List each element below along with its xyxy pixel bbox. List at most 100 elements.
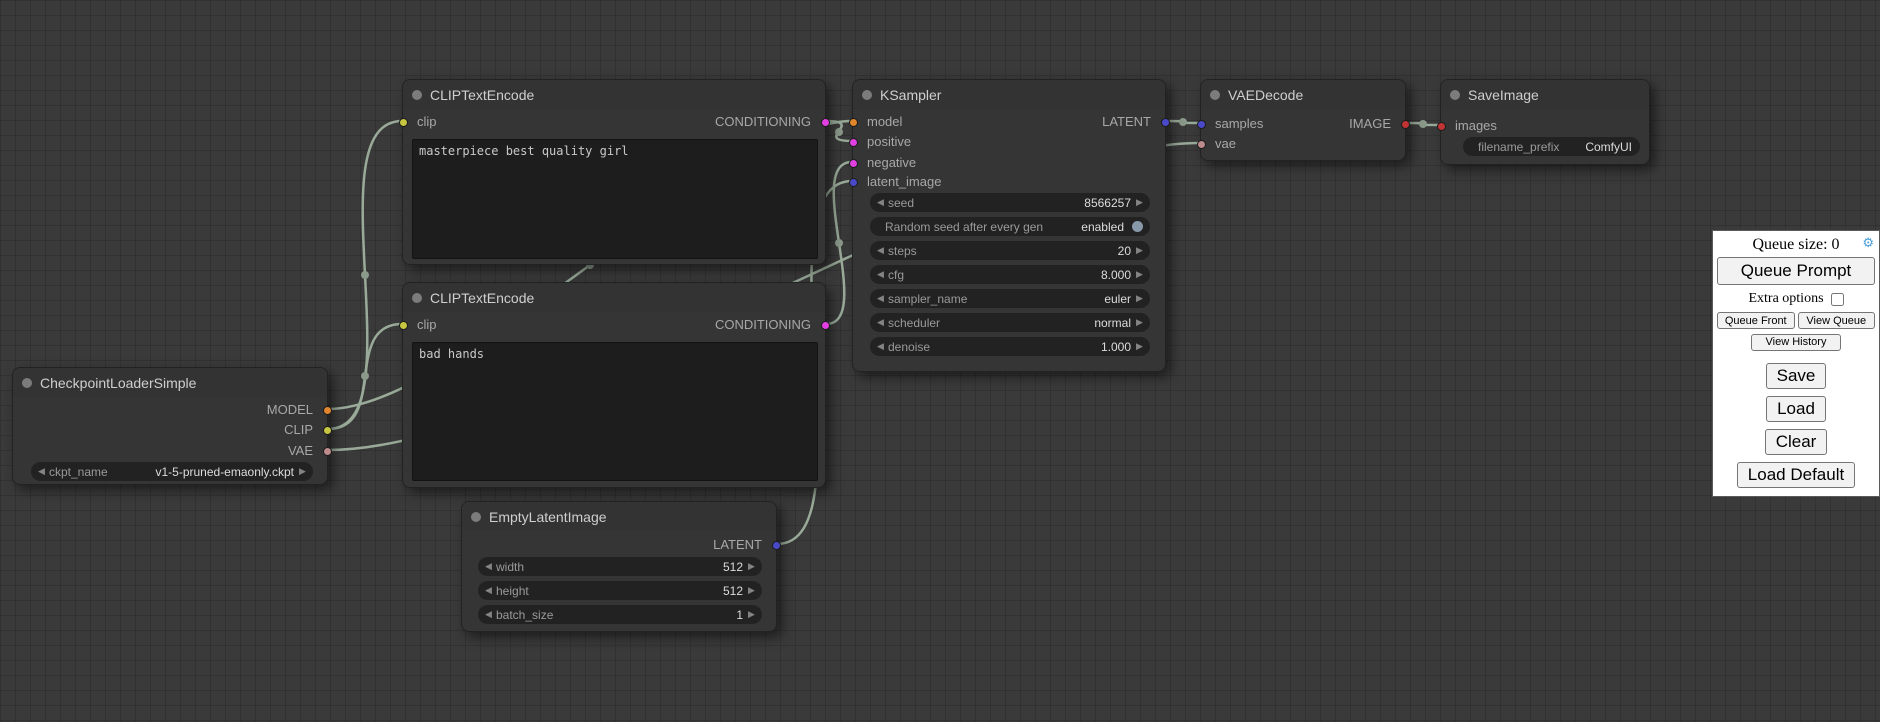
sampler-name-combo[interactable]: ◀ sampler_name euler ▶ <box>870 289 1150 308</box>
vae-input-dot[interactable] <box>1197 140 1206 149</box>
clip-input-dot[interactable] <box>399 321 408 330</box>
node-title-bar[interactable]: CLIPTextEncode <box>403 80 825 109</box>
prev-arrow-icon[interactable]: ◀ <box>875 313 886 332</box>
clear-button[interactable]: Clear <box>1765 429 1828 455</box>
filename-prefix-text-widget[interactable]: filename_prefix ComfyUI <box>1463 137 1640 156</box>
node-vae-decode[interactable]: VAEDecode samples vae IMAGE <box>1200 79 1406 161</box>
link-midpoint-dot <box>835 239 843 247</box>
widget-label: batch_size <box>496 608 553 622</box>
model-output-dot[interactable] <box>323 406 332 415</box>
increment-arrow-icon[interactable]: ▶ <box>1134 265 1145 284</box>
clip-input-dot[interactable] <box>399 118 408 127</box>
increment-arrow-icon[interactable]: ▶ <box>746 605 757 624</box>
conditioning-output-dot[interactable] <box>821 321 830 330</box>
link-midpoint-dot <box>361 271 369 279</box>
image-output-dot[interactable] <box>1401 120 1410 129</box>
save-button[interactable]: Save <box>1766 363 1827 389</box>
view-history-button[interactable]: View History <box>1751 334 1841 351</box>
scheduler-combo[interactable]: ◀ scheduler normal ▶ <box>870 313 1150 332</box>
collapse-dot-icon[interactable] <box>1210 90 1220 100</box>
denoise-number-widget[interactable]: ◀ denoise 1.000 ▶ <box>870 337 1150 356</box>
node-checkpoint-loader[interactable]: CheckpointLoaderSimple MODEL CLIP VAE ◀ … <box>12 367 328 485</box>
samples-input-dot[interactable] <box>1197 120 1206 129</box>
output-label-image: IMAGE <box>1349 114 1391 134</box>
input-label-model: model <box>867 112 902 132</box>
prompt-textarea[interactable]: masterpiece best quality girl <box>412 139 818 259</box>
increment-arrow-icon[interactable]: ▶ <box>746 581 757 600</box>
ckpt-name-combo[interactable]: ◀ ckpt_name v1-5-pruned-emaonly.ckpt ▶ <box>31 462 313 481</box>
node-clip-text-encode-positive[interactable]: CLIPTextEncode clip CONDITIONING masterp… <box>402 79 826 265</box>
collapse-dot-icon[interactable] <box>862 90 872 100</box>
vae-output-dot[interactable] <box>323 447 332 456</box>
prev-arrow-icon[interactable]: ◀ <box>875 289 886 308</box>
steps-number-widget[interactable]: ◀ steps 20 ▶ <box>870 241 1150 260</box>
node-empty-latent-image[interactable]: EmptyLatentImage LATENT ◀ width 512 ▶ ◀ … <box>461 501 777 632</box>
output-label-latent: LATENT <box>713 535 762 555</box>
increment-arrow-icon[interactable]: ▶ <box>746 557 757 576</box>
width-number-widget[interactable]: ◀ width 512 ▶ <box>478 557 762 576</box>
decrement-arrow-icon[interactable]: ◀ <box>875 265 886 284</box>
extra-options-checkbox[interactable] <box>1831 293 1844 306</box>
collapse-dot-icon[interactable] <box>1450 90 1460 100</box>
settings-gear-icon[interactable]: ⚙ <box>1862 237 1874 250</box>
latent-image-input-dot[interactable] <box>849 178 858 187</box>
node-title-bar[interactable]: CLIPTextEncode <box>403 283 825 312</box>
next-arrow-icon[interactable]: ▶ <box>1134 289 1145 308</box>
load-default-button[interactable]: Load Default <box>1737 462 1855 488</box>
decrement-arrow-icon[interactable]: ◀ <box>875 193 886 212</box>
node-title: CheckpointLoaderSimple <box>40 375 196 391</box>
prev-arrow-icon[interactable]: ◀ <box>36 462 47 481</box>
increment-arrow-icon[interactable]: ▶ <box>1134 193 1145 212</box>
decrement-arrow-icon[interactable]: ◀ <box>875 337 886 356</box>
conditioning-output-dot[interactable] <box>821 118 830 127</box>
positive-input-dot[interactable] <box>849 138 858 147</box>
input-label-clip: clip <box>417 315 437 335</box>
node-ksampler[interactable]: KSampler model positive negative latent_… <box>852 79 1166 372</box>
model-input-dot[interactable] <box>849 118 858 127</box>
view-queue-button[interactable]: View Queue <box>1798 312 1876 329</box>
decrement-arrow-icon[interactable]: ◀ <box>875 241 886 260</box>
node-title: CLIPTextEncode <box>430 290 534 306</box>
negative-input-dot[interactable] <box>849 159 858 168</box>
random-seed-toggle-widget[interactable]: Random seed after every gen enabled <box>870 217 1150 236</box>
node-title: CLIPTextEncode <box>430 87 534 103</box>
collapse-dot-icon[interactable] <box>412 90 422 100</box>
collapse-dot-icon[interactable] <box>471 512 481 522</box>
next-arrow-icon[interactable]: ▶ <box>297 462 308 481</box>
batch-size-number-widget[interactable]: ◀ batch_size 1 ▶ <box>478 605 762 624</box>
increment-arrow-icon[interactable]: ▶ <box>1134 337 1145 356</box>
latent-output-dot[interactable] <box>1161 118 1170 127</box>
decrement-arrow-icon[interactable]: ◀ <box>483 581 494 600</box>
queue-front-button[interactable]: Queue Front <box>1717 312 1795 329</box>
node-clip-text-encode-negative[interactable]: CLIPTextEncode clip CONDITIONING bad han… <box>402 282 826 488</box>
node-title-bar[interactable]: SaveImage <box>1441 80 1649 109</box>
load-button[interactable]: Load <box>1766 396 1826 422</box>
output-label-latent: LATENT <box>1102 112 1151 132</box>
height-number-widget[interactable]: ◀ height 512 ▶ <box>478 581 762 600</box>
widget-label: width <box>496 560 524 574</box>
next-arrow-icon[interactable]: ▶ <box>1134 313 1145 332</box>
collapse-dot-icon[interactable] <box>412 293 422 303</box>
input-label-clip: clip <box>417 112 437 132</box>
graph-canvas[interactable]: CheckpointLoaderSimple MODEL CLIP VAE ◀ … <box>0 0 1880 722</box>
cfg-number-widget[interactable]: ◀ cfg 8.000 ▶ <box>870 265 1150 284</box>
decrement-arrow-icon[interactable]: ◀ <box>483 605 494 624</box>
node-save-image[interactable]: SaveImage images filename_prefix ComfyUI <box>1440 79 1650 165</box>
node-title-bar[interactable]: VAEDecode <box>1201 80 1405 109</box>
queue-prompt-button[interactable]: Queue Prompt <box>1717 257 1875 285</box>
node-title-bar[interactable]: KSampler <box>853 80 1165 109</box>
toggle-on-dot[interactable] <box>1132 221 1143 232</box>
prompt-textarea[interactable]: bad hands <box>412 342 818 481</box>
widget-label: filename_prefix <box>1478 140 1559 154</box>
clip-output-dot[interactable] <box>323 426 332 435</box>
collapse-dot-icon[interactable] <box>22 378 32 388</box>
decrement-arrow-icon[interactable]: ◀ <box>483 557 494 576</box>
increment-arrow-icon[interactable]: ▶ <box>1134 241 1145 260</box>
widget-value: 1 <box>736 608 743 622</box>
images-input-dot[interactable] <box>1437 122 1446 131</box>
seed-number-widget[interactable]: ◀ seed 8566257 ▶ <box>870 193 1150 212</box>
node-title-bar[interactable]: CheckpointLoaderSimple <box>13 368 327 397</box>
widget-value: 512 <box>723 584 743 598</box>
latent-output-dot[interactable] <box>772 541 781 550</box>
node-title-bar[interactable]: EmptyLatentImage <box>462 502 776 531</box>
